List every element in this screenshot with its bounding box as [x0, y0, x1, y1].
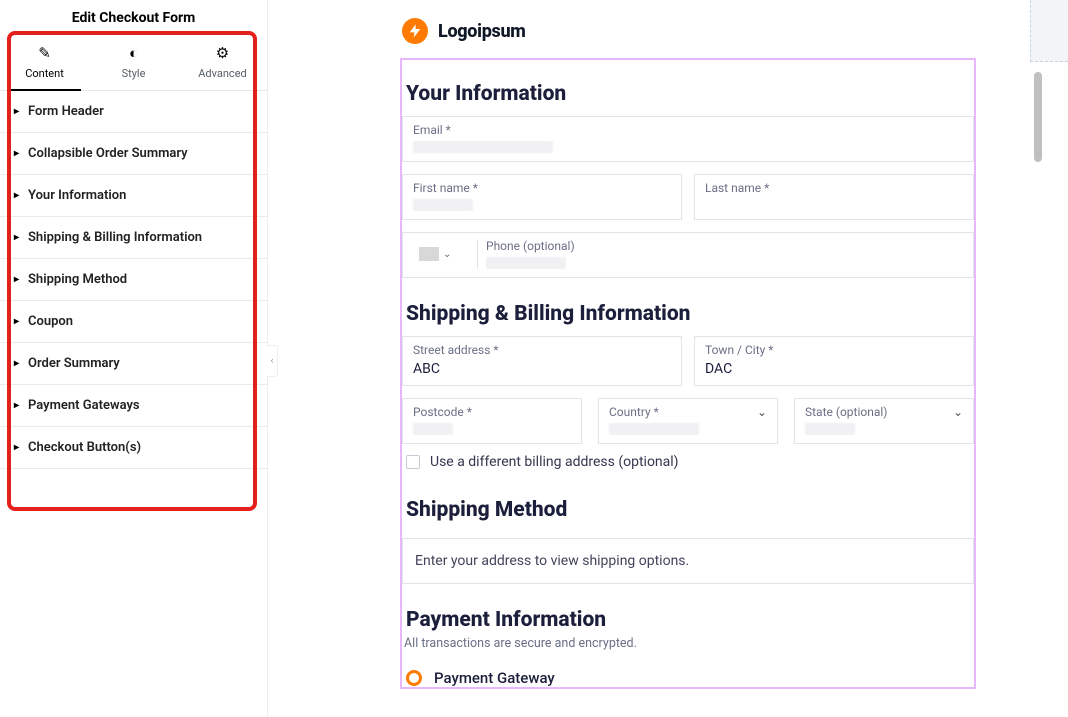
street-address-field[interactable]: Street address * ABC: [402, 336, 682, 386]
panel-collapse-handle[interactable]: ‹: [267, 345, 278, 377]
tab-style[interactable]: ◐ Style: [89, 34, 178, 90]
section-checkout-buttons[interactable]: ▸ Checkout Button(s): [0, 427, 267, 469]
field-label: Postcode *: [413, 405, 571, 419]
section-label: Shipping Method: [28, 272, 127, 287]
chevron-down-icon: ⌄: [443, 249, 451, 260]
field-label: Email *: [413, 123, 963, 137]
field-label: Town / City *: [705, 343, 963, 357]
chevron-left-icon: ‹: [271, 356, 274, 366]
caret-right-icon: ▸: [14, 106, 22, 117]
section-your-information[interactable]: ▸ Your Information: [0, 175, 267, 217]
chevron-down-icon: ⌄: [757, 405, 767, 423]
section-order-summary[interactable]: ▸ Order Summary: [0, 343, 267, 385]
gear-icon: ⚙: [178, 46, 267, 61]
phone-field[interactable]: ⌄ Phone (optional): [402, 232, 974, 278]
different-billing-checkbox[interactable]: Use a different billing address (optiona…: [402, 444, 974, 474]
field-label: Last name *: [705, 181, 963, 195]
editor-sidebar: Edit Checkout Form ✎ Content ◐ Style ⚙ A…: [0, 0, 268, 717]
shipping-method-note: Enter your address to view shipping opti…: [402, 538, 974, 584]
canvas-guide: [1030, 0, 1068, 62]
section-form-header[interactable]: ▸ Form Header: [0, 91, 267, 133]
section-coupon[interactable]: ▸ Coupon: [0, 301, 267, 343]
caret-right-icon: ▸: [14, 148, 22, 159]
tab-label: Style: [122, 67, 146, 80]
divider: [477, 239, 478, 269]
accordion: ▸Form Header ▸Collapsible Order Summary …: [0, 91, 267, 469]
pencil-icon: ✎: [0, 46, 89, 61]
state-field[interactable]: State (optional) ⌄: [794, 398, 974, 444]
redacted-value: [805, 423, 855, 435]
last-name-field[interactable]: Last name *: [694, 174, 974, 220]
caret-right-icon: ▸: [14, 274, 22, 285]
redacted-value: [413, 141, 553, 153]
tab-label: Advanced: [198, 67, 246, 80]
country-field[interactable]: Country * ⌄: [598, 398, 778, 444]
section-label: Order Summary: [28, 356, 120, 371]
section-label: Coupon: [28, 314, 73, 329]
caret-right-icon: ▸: [14, 400, 22, 411]
first-name-field[interactable]: First name *: [402, 174, 682, 220]
radio-selected-icon: [406, 670, 422, 686]
checkout-form-widget[interactable]: Your Information Email * First name * La…: [400, 58, 976, 689]
section-label: Collapsible Order Summary: [28, 146, 188, 161]
field-value: DAC: [705, 361, 963, 377]
field-label: First name *: [413, 181, 671, 195]
payment-gateway-option[interactable]: Payment Gateway: [402, 663, 974, 687]
caret-right-icon: ▸: [14, 232, 22, 243]
town-city-field[interactable]: Town / City * DAC: [694, 336, 974, 386]
tab-content[interactable]: ✎ Content: [0, 34, 89, 90]
section-collapsible-order-summary[interactable]: ▸ Collapsible Order Summary: [0, 133, 267, 175]
chevron-down-icon: ⌄: [953, 405, 963, 423]
redacted-value: [486, 257, 566, 269]
caret-right-icon: ▸: [14, 316, 22, 327]
flag-icon: [419, 247, 439, 261]
email-field[interactable]: Email *: [402, 116, 974, 162]
scrollbar[interactable]: [1034, 72, 1042, 162]
field-label: Country *: [609, 405, 659, 419]
postcode-field[interactable]: Postcode *: [402, 398, 582, 444]
canvas-preview: Logoipsum Your Information Email * First…: [268, 0, 1068, 717]
field-label: Street address *: [413, 343, 671, 357]
section-label: Payment Gateways: [28, 398, 140, 413]
heading-shipping-method: Shipping Method: [402, 492, 974, 532]
payment-gateway-label: Payment Gateway: [434, 669, 555, 687]
redacted-value: [413, 423, 453, 435]
heading-payment-information: Payment Information: [402, 602, 974, 634]
contrast-icon: ◐: [89, 46, 178, 61]
redacted-value: [609, 423, 699, 435]
brand-logo-icon: [402, 18, 428, 44]
field-value: ABC: [413, 361, 671, 377]
payment-subtext: All transactions are secure and encrypte…: [402, 634, 974, 663]
section-label: Form Header: [28, 104, 104, 119]
section-label: Shipping & Billing Information: [28, 230, 202, 245]
checkbox-label: Use a different billing address (optiona…: [430, 454, 679, 470]
section-label: Checkout Button(s): [28, 440, 141, 455]
section-label: Your Information: [28, 188, 126, 203]
section-shipping-method[interactable]: ▸ Shipping Method: [0, 259, 267, 301]
caret-right-icon: ▸: [14, 190, 22, 201]
country-code-select[interactable]: ⌄: [413, 241, 469, 267]
caret-right-icon: ▸: [14, 358, 22, 369]
section-payment-gateways[interactable]: ▸ Payment Gateways: [0, 385, 267, 427]
heading-your-information: Your Information: [402, 76, 974, 116]
field-label: Phone (optional): [486, 239, 575, 253]
checkbox-icon: [406, 455, 420, 469]
section-shipping-billing-information[interactable]: ▸ Shipping & Billing Information: [0, 217, 267, 259]
brand-header: Logoipsum: [268, 0, 1068, 58]
field-label: State (optional): [805, 405, 887, 419]
brand-name: Logoipsum: [438, 21, 526, 42]
panel-title: Edit Checkout Form: [0, 0, 267, 34]
caret-right-icon: ▸: [14, 442, 22, 453]
tab-label: Content: [25, 67, 64, 80]
tab-advanced[interactable]: ⚙ Advanced: [178, 34, 267, 90]
editor-tabs: ✎ Content ◐ Style ⚙ Advanced: [0, 34, 267, 91]
redacted-value: [413, 199, 473, 211]
heading-shipping-billing: Shipping & Billing Information: [402, 296, 974, 336]
